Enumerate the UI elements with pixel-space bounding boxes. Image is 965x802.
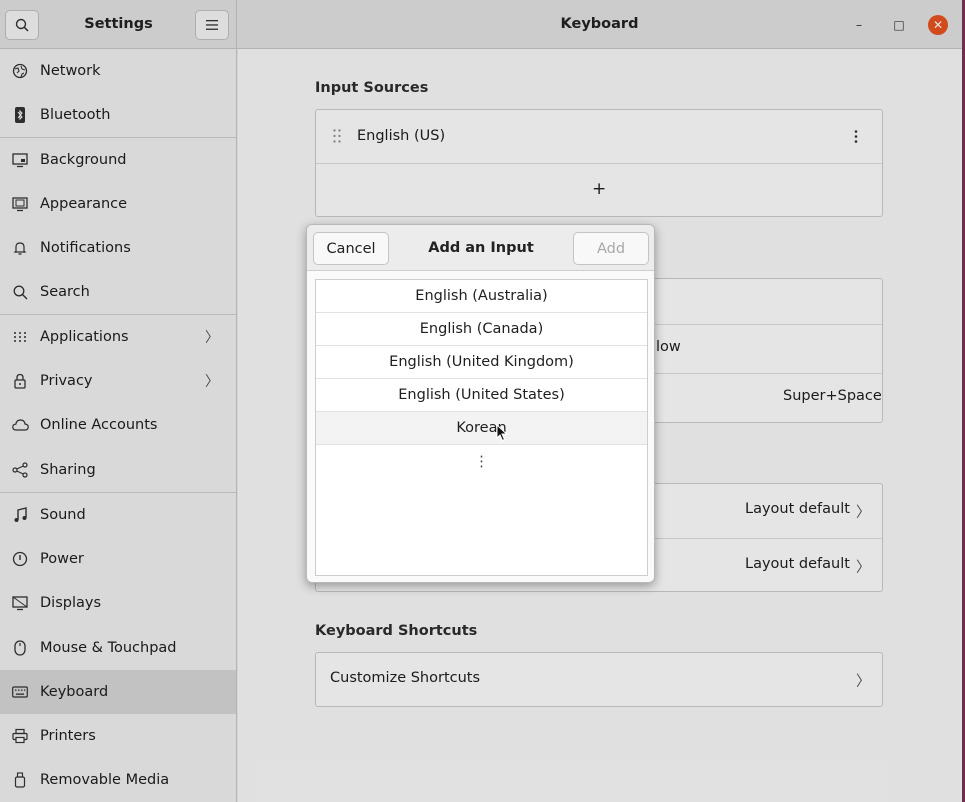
list-item[interactable]: English (Australia) [316, 280, 647, 313]
more-languages-button[interactable]: ⋮ [316, 445, 647, 478]
mouse-pointer-icon [496, 424, 508, 442]
dialog-title: Add an Input Source [428, 240, 534, 302]
dialog-headerbar: Cancel Add an Input Source Add [307, 225, 654, 302]
list-item[interactable]: Korean [316, 412, 647, 445]
add-input-source-dialog: Cancel Add an Input Source Add English (… [306, 224, 655, 583]
list-item[interactable]: English (United Kingdom) [316, 346, 647, 379]
cancel-button[interactable]: Cancel [313, 232, 389, 265]
add-button[interactable]: Add [573, 232, 649, 265]
list-item[interactable]: English (Canada) [316, 313, 647, 346]
list-item[interactable]: English (United States) [316, 379, 647, 412]
settings-window: Settings Keyboard – □ ✕ Network Bluetoot… [0, 0, 962, 802]
language-list: English (Australia) English (Canada) Eng… [315, 279, 648, 576]
